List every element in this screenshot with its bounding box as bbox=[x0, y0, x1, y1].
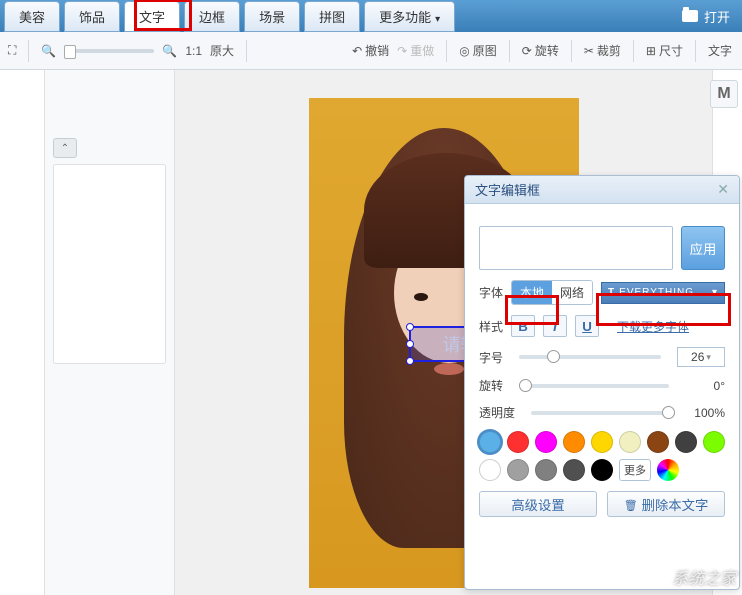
opacity-slider[interactable] bbox=[531, 411, 669, 415]
open-label: 打开 bbox=[704, 7, 730, 26]
zoom-label: 原大 bbox=[210, 42, 234, 59]
tab-scene[interactable]: 场景 bbox=[244, 1, 300, 32]
tab-accessory[interactable]: 饰品 bbox=[64, 1, 120, 32]
color-swatch[interactable] bbox=[703, 431, 725, 453]
zoom-out-icon[interactable]: 🔍 bbox=[41, 44, 56, 58]
expand-icon[interactable]: ⛶ bbox=[8, 43, 16, 58]
style-label: 样式 bbox=[479, 318, 503, 335]
color-swatch[interactable] bbox=[563, 459, 585, 481]
trash-icon bbox=[624, 497, 638, 512]
opacity-value: 100% bbox=[685, 406, 725, 420]
font-select[interactable]: T EVERYTHING bbox=[601, 282, 725, 304]
rotate-button[interactable]: ⟳旋转 bbox=[522, 42, 559, 59]
color-swatch[interactable] bbox=[563, 431, 585, 453]
size-select[interactable]: 26 bbox=[677, 347, 725, 367]
color-swatch[interactable] bbox=[535, 459, 557, 481]
zoom-slider[interactable] bbox=[64, 49, 154, 53]
right-badge[interactable]: M bbox=[710, 80, 738, 108]
top-tabs-bar: 美容 饰品 文字 边框 场景 拼图 更多功能 打开 bbox=[0, 0, 742, 32]
rotate-value: 0° bbox=[685, 379, 725, 393]
undo-button[interactable]: ↶撤销 bbox=[352, 42, 389, 59]
text-edit-panel: 文字编辑框 ✕ 应用 字体 本地 网络 T EVERYTHING 样式 B I … bbox=[464, 175, 740, 590]
toolbar: ⛶ 🔍 🔍 1:1 原大 ↶撤销 ↷重做 ◎原图 ⟳旋转 ✂裁剪 ⊞尺寸 文字 bbox=[0, 32, 742, 70]
more-colors-button[interactable]: 更多 bbox=[619, 459, 651, 481]
delete-text-button[interactable]: 删除本文字 bbox=[607, 491, 725, 517]
panel-header[interactable]: 文字编辑框 ✕ bbox=[465, 176, 739, 204]
size-slider[interactable] bbox=[519, 355, 661, 359]
advanced-button[interactable]: 高级设置 bbox=[479, 491, 597, 517]
color-swatch[interactable] bbox=[507, 431, 529, 453]
italic-button[interactable]: I bbox=[543, 315, 567, 337]
font-web-button[interactable]: 网络 bbox=[552, 281, 592, 304]
color-swatch[interactable] bbox=[479, 459, 501, 481]
close-icon[interactable]: ✕ bbox=[717, 181, 729, 198]
font-label: 字体 bbox=[479, 284, 503, 301]
right-tab-label: 文字 bbox=[708, 42, 732, 59]
panel-collapse-icon[interactable]: ⌃ bbox=[53, 138, 77, 158]
rotate-label: 旋转 bbox=[479, 377, 503, 394]
tab-more[interactable]: 更多功能 bbox=[364, 1, 455, 32]
open-button[interactable]: 打开 bbox=[682, 7, 730, 26]
color-swatch[interactable] bbox=[507, 459, 529, 481]
folder-icon bbox=[682, 10, 698, 22]
color-swatch[interactable] bbox=[591, 431, 613, 453]
far-left-sidebar bbox=[0, 70, 45, 595]
color-picker-icon[interactable] bbox=[657, 459, 679, 481]
tab-border[interactable]: 边框 bbox=[184, 1, 240, 32]
size-button[interactable]: ⊞尺寸 bbox=[646, 42, 683, 59]
color-swatch[interactable] bbox=[479, 431, 501, 453]
apply-button[interactable]: 应用 bbox=[681, 226, 725, 270]
left-panel-box bbox=[53, 164, 166, 364]
more-fonts-link[interactable]: 下载更多字体 bbox=[617, 318, 689, 335]
size-label: 字号 bbox=[479, 349, 503, 366]
resize-handle[interactable] bbox=[406, 340, 414, 348]
color-palette: 更多 bbox=[479, 431, 725, 481]
font-local-button[interactable]: 本地 bbox=[512, 281, 552, 304]
text-input[interactable] bbox=[479, 226, 673, 270]
zoom-in-icon[interactable]: 🔍 bbox=[162, 44, 177, 58]
resize-handle[interactable] bbox=[406, 357, 414, 365]
color-swatch[interactable] bbox=[675, 431, 697, 453]
color-swatch[interactable] bbox=[619, 431, 641, 453]
crop-button[interactable]: ✂裁剪 bbox=[584, 42, 621, 59]
tab-beauty[interactable]: 美容 bbox=[4, 1, 60, 32]
tab-collage[interactable]: 拼图 bbox=[304, 1, 360, 32]
underline-button[interactable]: U bbox=[575, 315, 599, 337]
original-button[interactable]: ◎原图 bbox=[459, 42, 497, 59]
resize-handle[interactable] bbox=[406, 323, 414, 331]
redo-button[interactable]: ↷重做 bbox=[397, 42, 434, 59]
font-name: EVERYTHING bbox=[619, 287, 694, 298]
tab-text[interactable]: 文字 bbox=[124, 1, 180, 32]
left-panel: ⌃ bbox=[45, 70, 175, 595]
bold-button[interactable]: B bbox=[511, 315, 535, 337]
font-source-toggle: 本地 网络 bbox=[511, 280, 593, 305]
opacity-label: 透明度 bbox=[479, 404, 515, 421]
color-swatch[interactable] bbox=[591, 459, 613, 481]
zoom-ratio: 1:1 bbox=[185, 44, 202, 58]
color-swatch[interactable] bbox=[535, 431, 557, 453]
panel-title: 文字编辑框 bbox=[475, 180, 540, 199]
color-swatch[interactable] bbox=[647, 431, 669, 453]
rotate-slider[interactable] bbox=[519, 384, 669, 388]
